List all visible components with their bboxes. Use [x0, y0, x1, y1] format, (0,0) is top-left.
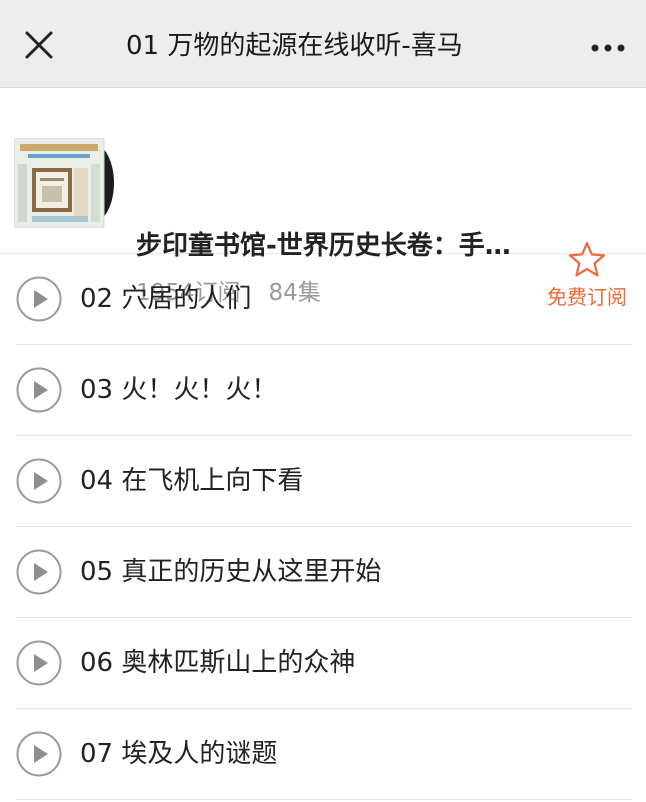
play-icon[interactable] — [16, 640, 62, 686]
track-title: 03 火！火！火！ — [80, 375, 278, 405]
page-title: 01 万物的起源在线收听-喜马 — [126, 31, 463, 61]
track-item[interactable]: 02 穴居的人们 — [16, 254, 632, 345]
play-icon[interactable] — [16, 367, 62, 413]
track-item[interactable]: 07 埃及人的谜题 — [16, 709, 632, 800]
track-item[interactable]: 03 火！火！火！ — [16, 345, 632, 436]
track-title: 05 真正的历史从这里开始 — [80, 557, 382, 587]
play-icon[interactable] — [16, 458, 62, 504]
play-icon[interactable] — [16, 276, 62, 322]
track-title: 04 在飞机上向下看 — [80, 466, 304, 496]
track-item[interactable]: 06 奥林匹斯山上的众神 — [16, 618, 632, 709]
top-bar: 01 万物的起源在线收听-喜马 — [0, 0, 646, 88]
play-icon[interactable] — [16, 731, 62, 777]
play-icon[interactable] — [16, 549, 62, 595]
more-icon[interactable] — [588, 30, 628, 62]
track-title: 06 奥林匹斯山上的众神 — [80, 648, 356, 678]
close-icon[interactable] — [22, 28, 56, 62]
track-list: 02 穴居的人们 03 火！火！火！ 04 在飞机上向下看 05 真正的历史从这… — [0, 254, 646, 800]
track-item[interactable]: 04 在飞机上向下看 — [16, 436, 632, 527]
album-cover-image[interactable] — [13, 137, 114, 229]
track-item[interactable]: 05 真正的历史从这里开始 — [16, 527, 632, 618]
track-title: 07 埃及人的谜题 — [80, 739, 278, 769]
album-header[interactable]: 步印童书馆-世界历史长卷：手… 1954订阅 84集 免费订阅 — [0, 88, 646, 309]
track-title: 02 穴居的人们 — [80, 284, 252, 314]
